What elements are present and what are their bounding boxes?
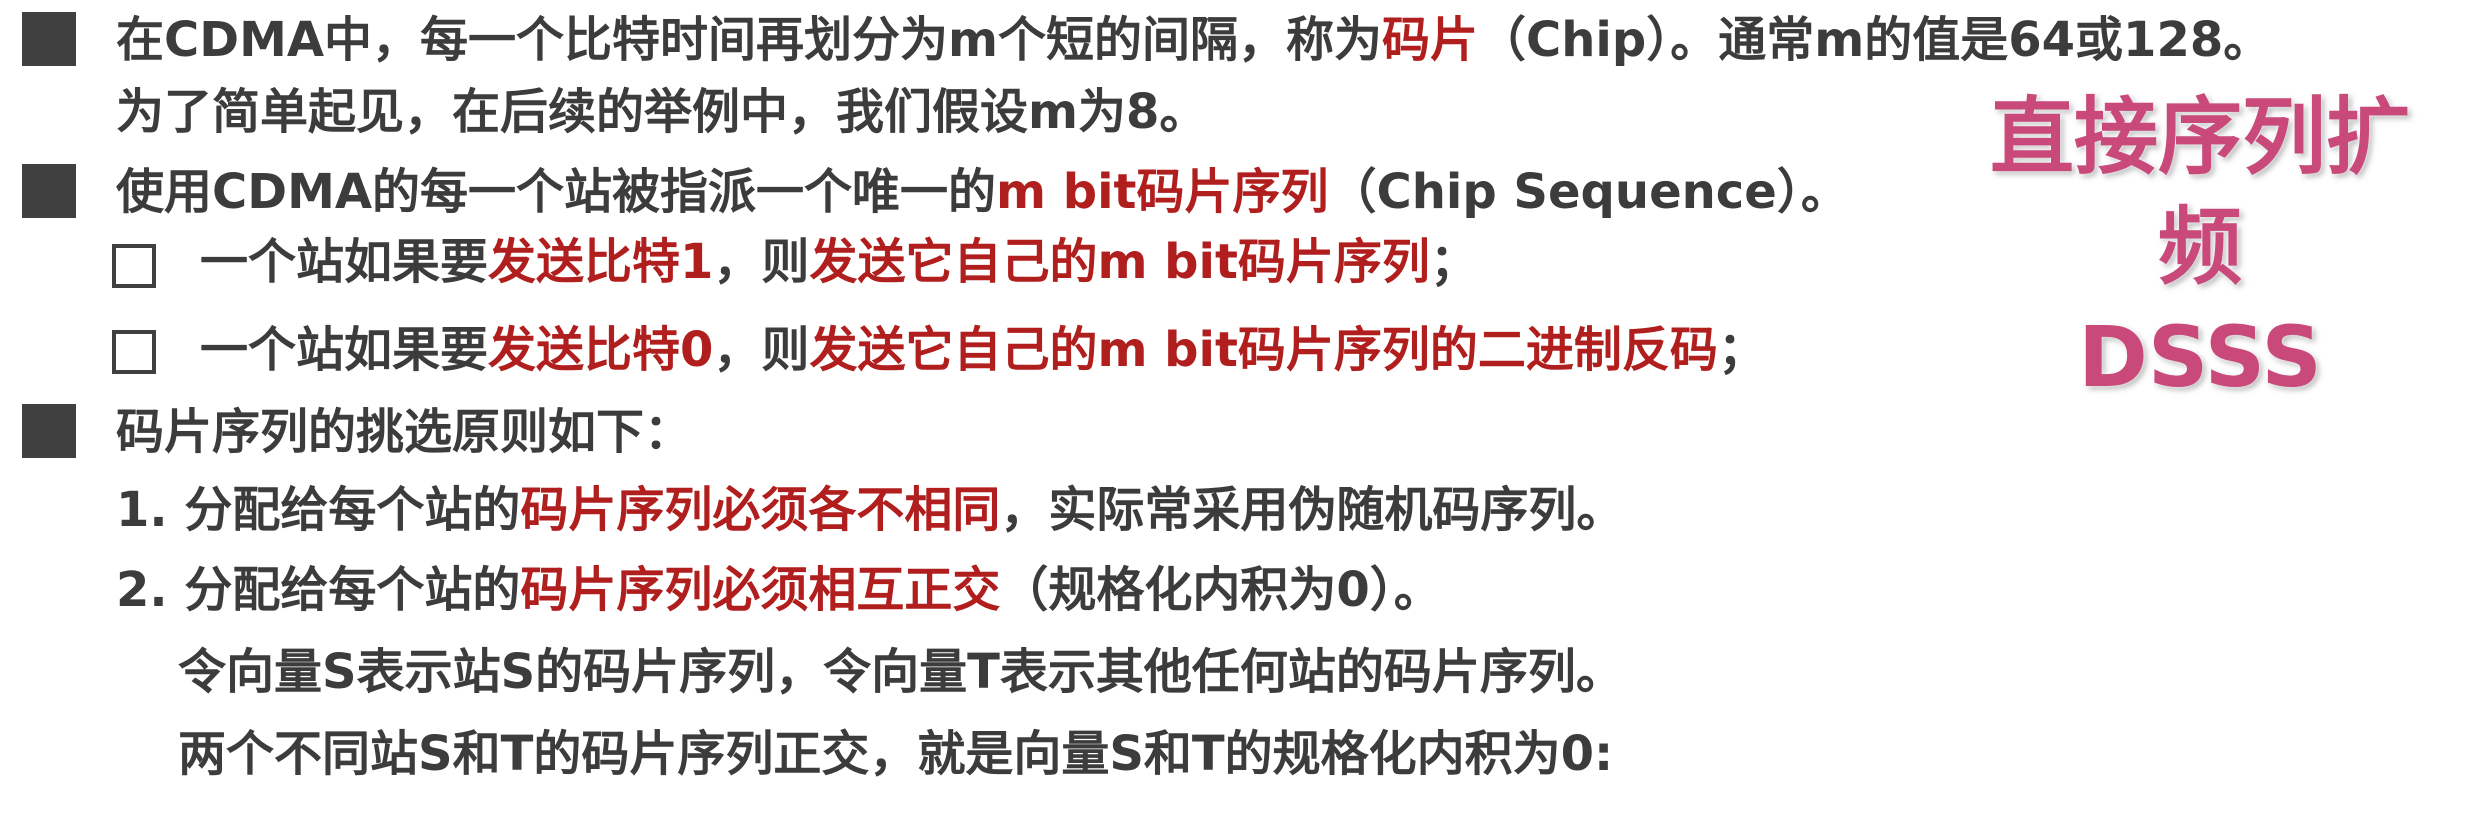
rule-2-line3: 两个不同站S和T的码片序列正交，就是向量S和T的规格化内积为0: [178,726,1614,782]
paragraph-cdma-chip: 在CDMA中，每一个比特时间再划分为m个短的间隔，称为码片（Chip）。通常m的… [116,8,2271,72]
dsss-title: 直接序列扩频 DSSS [1950,82,2450,412]
square-bullet-icon [22,12,76,66]
checkbox-bullet-icon [112,244,156,288]
rule2-highlight: 码片序列必须相互正交 [520,562,1001,618]
rule2-text-a: 2. 分配给每个站的 [116,562,521,618]
sub1-text-e: ； [1429,234,1478,290]
rule-1: 1. 分配给每个站的码片序列必须各不相同，实际常采用伪随机码序列。 [116,478,1624,542]
rule2-text-c: （规格化内积为0）。 [1000,562,1442,618]
square-bullet-icon [22,164,76,218]
p1-chip-highlight: 码片 [1382,12,1479,68]
sub2-text-a: 一个站如果要 [200,322,489,378]
sub2-text-c: ，则 [713,322,810,378]
rule1-text-a: 1. 分配给每个站的 [116,482,521,538]
sub-item-send-bit-1: 一个站如果要发送比特1，则发送它自己的m bit码片序列； [200,230,1478,294]
rule-2: 2. 分配给每个站的码片序列必须相互正交（规格化内积为0）。 [116,558,1442,622]
p2-chip-sequence-highlight: m bit码片序列 [996,164,1329,220]
checkbox-bullet-icon [112,330,156,374]
slide: 直接序列扩频 DSSS 在CDMA中，每一个比特时间再划分为m个短的间隔，称为码… [0,0,2476,833]
square-bullet-icon [22,404,76,458]
sub1-text-a: 一个站如果要 [200,234,489,290]
p1-text-c: （Chip）。通常m的值是64或128。 [1478,12,2272,68]
sub2-inverse-highlight: 发送它自己的m bit码片序列的二进制反码 [809,322,1718,378]
rule1-text-c: ，实际常采用伪随机码序列。 [1000,482,1625,538]
paragraph-cdma-chip-line2: 为了简单起见，在后续的举例中，我们假设m为8。 [116,84,1208,140]
paragraph-selection-rules: 码片序列的挑选原则如下： [116,404,693,460]
sub-item-send-bit-0: 一个站如果要发送比特0，则发送它自己的m bit码片序列的二进制反码； [200,318,1766,382]
p2-text-c: （Chip Sequence）。 [1328,164,1849,220]
sub1-bit1-highlight: 发送比特1 [488,234,714,290]
sub2-text-e: ； [1717,322,1766,378]
p2-text-a: 使用CDMA的每一个站被指派一个唯一的 [116,164,996,220]
rule-2-line2: 令向量S表示站S的码片序列，令向量T表示其他任何站的码片序列。 [178,644,1624,700]
p1-text-a: 在CDMA中，每一个比特时间再划分为m个短的间隔，称为 [116,12,1383,68]
sub1-text-c: ，则 [713,234,810,290]
sub2-bit0-highlight: 发送比特0 [488,322,714,378]
sub1-sequence-highlight: 发送它自己的m bit码片序列 [809,234,1430,290]
paragraph-chip-sequence: 使用CDMA的每一个站被指派一个唯一的m bit码片序列（Chip Sequen… [116,160,1849,224]
rule1-highlight: 码片序列必须各不相同 [520,482,1001,538]
dsss-title-line2: DSSS [2078,308,2322,406]
dsss-title-line1: 直接序列扩频 [1989,88,2410,296]
